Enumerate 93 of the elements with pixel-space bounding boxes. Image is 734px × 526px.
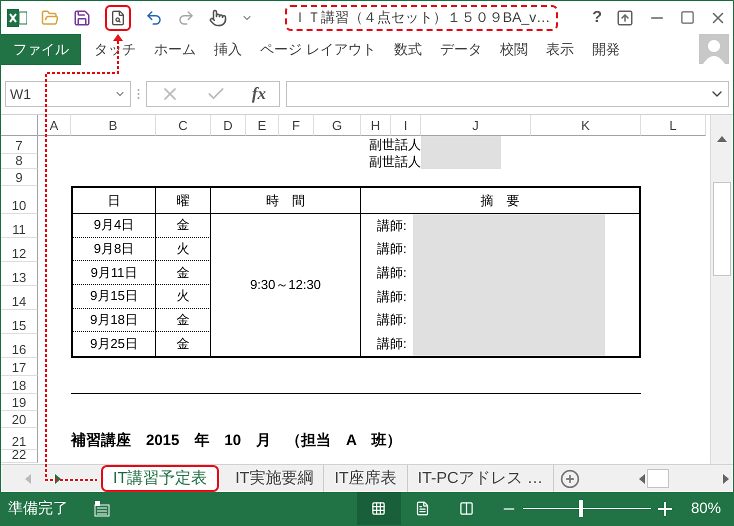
table-cell: 9月8日	[73, 238, 156, 262]
table-cell: 講師:	[377, 288, 407, 306]
table-header: 曜	[156, 188, 211, 214]
row-header[interactable]: 16	[1, 334, 38, 358]
page-break-icon	[459, 501, 474, 516]
column-header[interactable]: H	[361, 115, 391, 136]
row-header[interactable]: 19	[1, 394, 38, 411]
table-cell: 火	[156, 284, 211, 309]
table-cell: 講師:	[377, 264, 407, 282]
ribbon-tab[interactable]: データ	[430, 34, 491, 65]
section-heading: 補習講座 2015 年 10 月 （担当 A 班）	[71, 431, 402, 450]
column-header[interactable]: B	[71, 115, 156, 136]
ribbon-tab[interactable]: 校閲	[490, 34, 537, 65]
touch-icon[interactable]	[209, 8, 227, 26]
scroll-left-icon[interactable]	[639, 474, 645, 484]
column-header[interactable]: G	[314, 115, 361, 136]
window-title: ＩＴ講習（４点セット）１５０９BA_v…	[284, 4, 558, 30]
grip-icon	[137, 88, 140, 100]
table-cell: 金	[156, 332, 211, 356]
column-header[interactable]: I	[391, 115, 421, 136]
status-text: 準備完了	[8, 499, 68, 518]
table-cell: 講師:	[377, 335, 407, 354]
row-header[interactable]: 12	[1, 238, 38, 262]
table-cell: 9月11日	[73, 261, 156, 285]
table-cell: 9月18日	[73, 308, 156, 332]
spreadsheet-logo-icon[interactable]	[7, 8, 27, 26]
ribbon-tab[interactable]: ホーム	[145, 34, 205, 65]
column-header[interactable]: J	[421, 115, 531, 136]
column-header[interactable]: E	[246, 115, 279, 136]
table-cell: 講師:	[377, 216, 407, 235]
insert-function-button[interactable]: fx	[252, 84, 266, 104]
column-header[interactable]: D	[211, 115, 246, 136]
view-button[interactable]	[356, 492, 401, 525]
table-cell: 9:30～12:30	[211, 214, 361, 356]
save-icon[interactable]	[73, 8, 91, 26]
scroll-right-icon[interactable]	[723, 474, 729, 484]
table-cell: 講師:	[377, 311, 407, 330]
zoom-level[interactable]: 80%	[690, 500, 721, 517]
table-header: 日	[73, 188, 156, 214]
column-header[interactable]: F	[279, 115, 314, 136]
row-header[interactable]: 15	[1, 310, 38, 334]
table-cell: 金	[156, 214, 211, 238]
table-cell: 9月4日	[73, 214, 156, 238]
ribbon-tab[interactable]: 表示	[536, 34, 583, 65]
row-header[interactable]: 13	[1, 262, 38, 286]
table-cell: 9月25日	[73, 332, 156, 356]
table-cell: 9月15日	[73, 284, 156, 309]
column-header[interactable]: K	[531, 115, 641, 136]
page-layout-icon	[415, 501, 430, 516]
scroll-up-icon[interactable]	[717, 136, 727, 142]
row-header[interactable]: 7	[1, 136, 38, 154]
ribbon-tab[interactable]: 開発	[582, 34, 629, 65]
vertical-scrollbar[interactable]	[710, 115, 733, 464]
row-header[interactable]: 8	[1, 154, 38, 169]
row-header[interactable]: 21	[1, 428, 38, 450]
normal-view-icon	[371, 501, 386, 516]
table-header: 時 間	[211, 188, 361, 214]
print-preview-icon	[110, 10, 126, 26]
scroll-thumb[interactable]	[647, 469, 669, 488]
add-sheet-icon[interactable]	[560, 468, 580, 488]
print-preview-button[interactable]	[105, 4, 131, 30]
column-header[interactable]: A	[38, 115, 71, 136]
row-header[interactable]: 20	[1, 411, 38, 428]
scroll-thumb[interactable]	[713, 182, 731, 276]
table-cell: 火	[156, 238, 211, 262]
helper-label: 副世話人	[369, 136, 421, 154]
row-header[interactable]: 11	[1, 214, 38, 238]
row-header[interactable]: 14	[1, 286, 38, 310]
row-header[interactable]: 10	[1, 186, 38, 214]
ribbon-display-icon[interactable]	[616, 8, 634, 26]
row-header[interactable]: 17	[1, 358, 38, 376]
column-header[interactable]: C	[156, 115, 211, 136]
next-sheet-icon[interactable]	[55, 474, 61, 484]
maximize-icon[interactable]	[680, 10, 695, 25]
zoom-in-icon[interactable]	[656, 500, 673, 516]
row-header[interactable]: 22	[1, 450, 38, 463]
ribbon-tab[interactable]: 数式	[384, 34, 431, 65]
table-cell: 講師:	[377, 240, 407, 258]
help-button[interactable]: ?	[592, 8, 602, 26]
ribbon-tab[interactable]: 挿入	[205, 34, 251, 65]
ribbon-tab[interactable]: ページ レイアウト	[251, 34, 385, 65]
undo-icon[interactable]	[145, 8, 163, 26]
sheet-tab[interactable]: IT講習予定表	[101, 465, 220, 492]
helper-label: 副世話人	[369, 152, 421, 170]
name-box[interactable]: W1	[5, 80, 131, 106]
table-cell: 金	[156, 261, 211, 285]
column-header[interactable]: L	[641, 115, 706, 136]
table-cell: 金	[156, 308, 211, 332]
macro-record-icon[interactable]	[94, 500, 110, 516]
row-header[interactable]: 18	[1, 376, 38, 394]
formula-field[interactable]	[286, 80, 729, 106]
file-tab[interactable]: ファイル	[1, 34, 81, 65]
row-header[interactable]: 9	[1, 169, 38, 186]
